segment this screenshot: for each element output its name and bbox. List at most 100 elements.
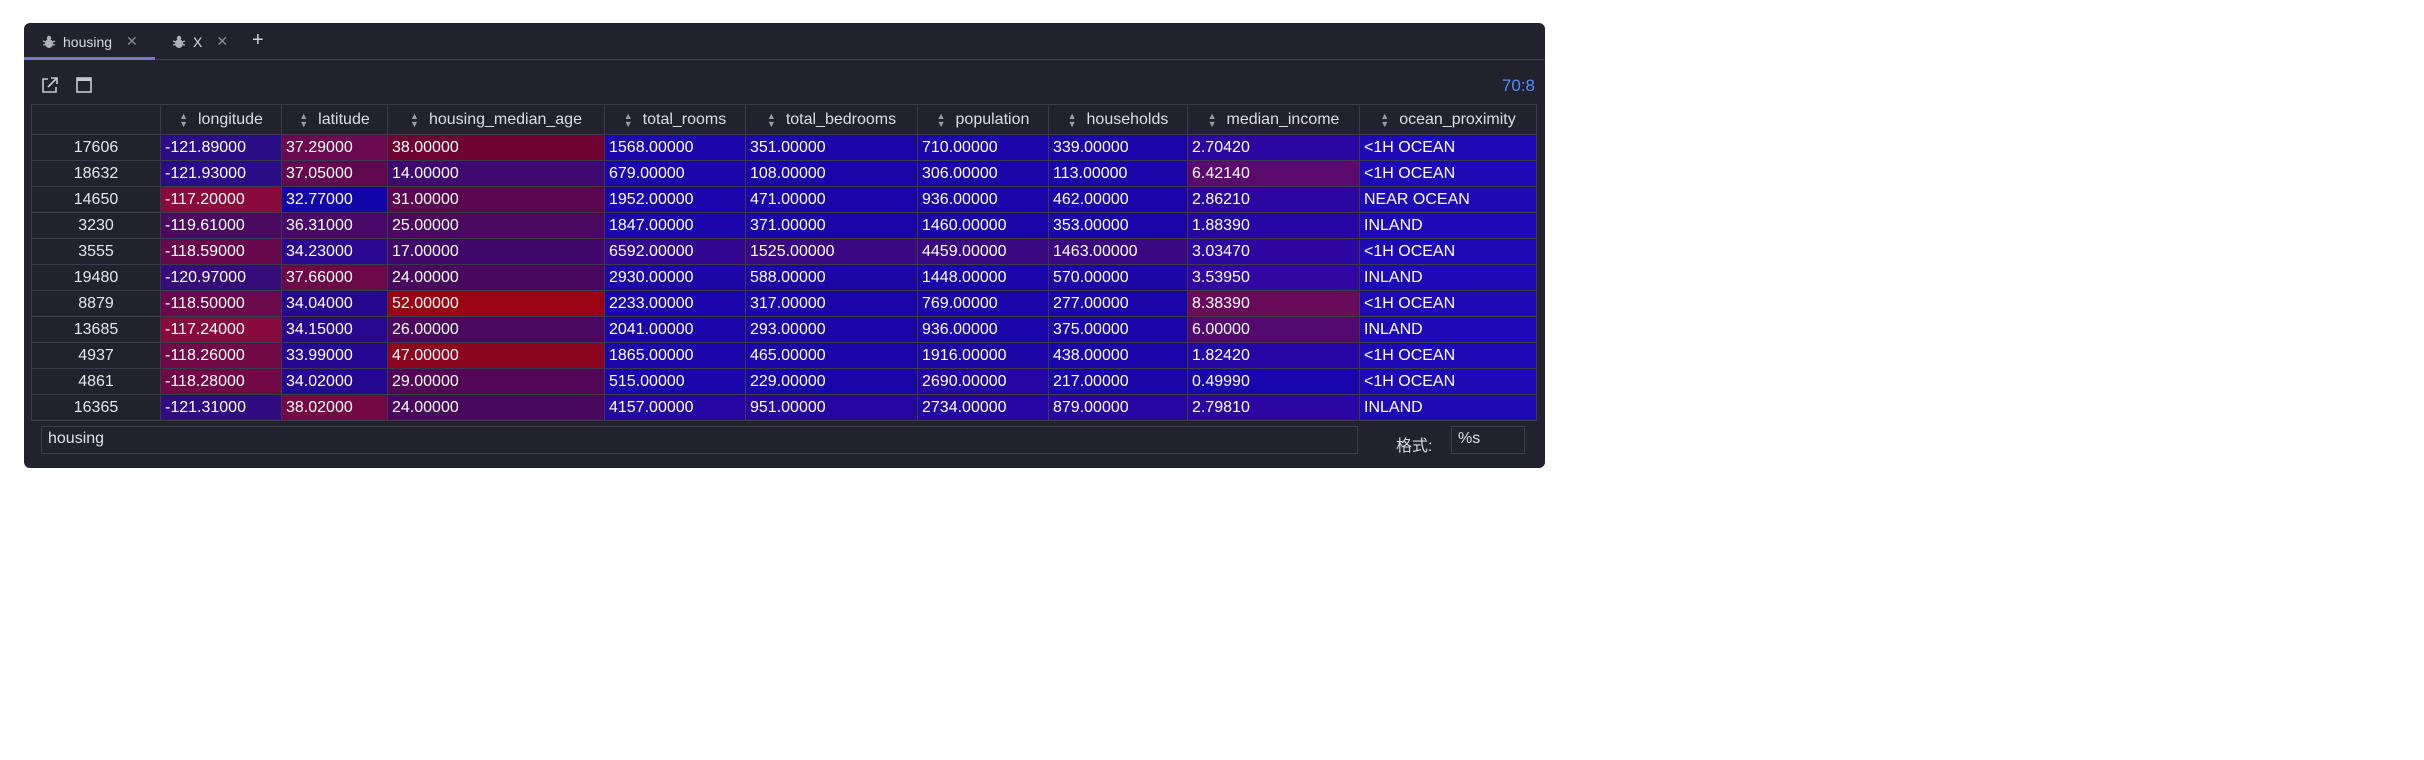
add-tab-icon[interactable]: + — [252, 30, 264, 50]
table-cell[interactable]: 6.42140 — [1187, 160, 1360, 187]
table-cell[interactable]: 936.00000 — [917, 186, 1049, 213]
table-cell[interactable]: 339.00000 — [1048, 134, 1188, 161]
table-cell[interactable]: 36.31000 — [281, 212, 388, 239]
column-header[interactable]: ▲ ▼ housing_median_age — [387, 104, 605, 135]
table-cell[interactable]: 3.53950 — [1187, 264, 1360, 291]
table-cell[interactable]: 33.99000 — [281, 342, 388, 369]
column-header[interactable]: ▲ ▼ longitude — [160, 104, 282, 135]
table-cell[interactable]: 0.49990 — [1187, 368, 1360, 395]
sort-icon[interactable]: ▲ ▼ — [767, 111, 776, 128]
table-cell[interactable]: <1H OCEAN — [1359, 368, 1537, 395]
table-cell[interactable]: 25.00000 — [387, 212, 605, 239]
table-cell[interactable]: -117.24000 — [160, 316, 282, 343]
table-cell[interactable]: 462.00000 — [1048, 186, 1188, 213]
table-cell[interactable]: -117.20000 — [160, 186, 282, 213]
table-cell[interactable]: 6592.00000 — [604, 238, 746, 265]
column-header[interactable]: ▲ ▼ households — [1048, 104, 1188, 135]
table-cell[interactable]: 351.00000 — [745, 134, 918, 161]
table-cell[interactable]: 17.00000 — [387, 238, 605, 265]
table-cell[interactable]: 679.00000 — [604, 160, 746, 187]
table-cell[interactable]: 14.00000 — [387, 160, 605, 187]
table-cell[interactable]: 951.00000 — [745, 394, 918, 421]
table-row[interactable]: 3555 -118.59000 34.23000 17.00000 6592.00000… — [31, 238, 1537, 265]
table-cell[interactable]: 113.00000 — [1048, 160, 1188, 187]
table-row[interactable]: 4937 -118.26000 33.99000 47.00000 1865.00000… — [31, 342, 1537, 369]
table-cell[interactable]: 8.38390 — [1187, 290, 1360, 317]
table-cell[interactable]: 293.00000 — [745, 316, 918, 343]
table-cell[interactable]: 1.88390 — [1187, 212, 1360, 239]
table-cell[interactable]: 24.00000 — [387, 394, 605, 421]
table-row[interactable]: 17606 -121.89000 37.29000 38.00000 1568.0000… — [31, 134, 1537, 161]
table-cell[interactable]: 879.00000 — [1048, 394, 1188, 421]
table-cell[interactable]: 1568.00000 — [604, 134, 746, 161]
table-cell[interactable]: 38.02000 — [281, 394, 388, 421]
table-cell[interactable]: 229.00000 — [745, 368, 918, 395]
table-row[interactable]: 4861 -118.28000 34.02000 29.00000 515.00000 2… — [31, 368, 1537, 395]
table-cell[interactable]: 34.02000 — [281, 368, 388, 395]
table-cell[interactable]: INLAND — [1359, 316, 1537, 343]
table-cell[interactable]: 2041.00000 — [604, 316, 746, 343]
table-row[interactable]: 16365 -121.31000 38.02000 24.00000 4157.0000… — [31, 394, 1537, 421]
table-cell[interactable]: 2.70420 — [1187, 134, 1360, 161]
column-header[interactable]: ▲ ▼ total_bedrooms — [745, 104, 918, 135]
sort-icon[interactable]: ▲ ▼ — [1380, 111, 1389, 128]
table-cell[interactable]: 1916.00000 — [917, 342, 1049, 369]
column-header[interactable]: ▲ ▼ median_income — [1187, 104, 1360, 135]
table-cell[interactable]: 317.00000 — [745, 290, 918, 317]
table-cell[interactable]: INLAND — [1359, 264, 1537, 291]
table-cell[interactable]: 4459.00000 — [917, 238, 1049, 265]
table-cell[interactable]: 6.00000 — [1187, 316, 1360, 343]
table-cell[interactable]: 108.00000 — [745, 160, 918, 187]
close-icon[interactable]: ✕ — [126, 33, 138, 50]
table-row[interactable]: 3230 -119.61000 36.31000 25.00000 1847.00000… — [31, 212, 1537, 239]
table-cell[interactable]: -118.59000 — [160, 238, 282, 265]
sort-icon[interactable]: ▲ ▼ — [1208, 111, 1217, 128]
table-cell[interactable]: 570.00000 — [1048, 264, 1188, 291]
table-cell[interactable]: -121.31000 — [160, 394, 282, 421]
table-cell[interactable]: -120.97000 — [160, 264, 282, 291]
table-cell[interactable]: 438.00000 — [1048, 342, 1188, 369]
table-row[interactable]: 19480 -120.97000 37.66000 24.00000 2930.0000… — [31, 264, 1537, 291]
table-cell[interactable]: 371.00000 — [745, 212, 918, 239]
table-cell[interactable]: 29.00000 — [387, 368, 605, 395]
table-cell[interactable]: 375.00000 — [1048, 316, 1188, 343]
table-cell[interactable]: 2.79810 — [1187, 394, 1360, 421]
table-cell[interactable]: -121.93000 — [160, 160, 282, 187]
table-cell[interactable]: <1H OCEAN — [1359, 290, 1537, 317]
sort-icon[interactable]: ▲ ▼ — [299, 111, 308, 128]
expression-input[interactable]: housing — [41, 426, 1358, 454]
window-icon[interactable] — [74, 75, 94, 95]
table-cell[interactable]: 710.00000 — [917, 134, 1049, 161]
table-cell[interactable]: -121.89000 — [160, 134, 282, 161]
table-cell[interactable]: -118.28000 — [160, 368, 282, 395]
column-header[interactable]: ▲ ▼ population — [917, 104, 1049, 135]
table-cell[interactable]: 769.00000 — [917, 290, 1049, 317]
table-row[interactable]: 13685 -117.24000 34.15000 26.00000 2041.0000… — [31, 316, 1537, 343]
table-cell[interactable]: -119.61000 — [160, 212, 282, 239]
sort-icon[interactable]: ▲ ▼ — [1068, 111, 1077, 128]
table-cell[interactable]: 1865.00000 — [604, 342, 746, 369]
table-cell[interactable]: 47.00000 — [387, 342, 605, 369]
table-cell[interactable]: 31.00000 — [387, 186, 605, 213]
table-cell[interactable]: 37.66000 — [281, 264, 388, 291]
table-cell[interactable]: -118.50000 — [160, 290, 282, 317]
table-cell[interactable]: <1H OCEAN — [1359, 134, 1537, 161]
format-input[interactable]: %s — [1451, 426, 1525, 454]
table-row[interactable]: 18632 -121.93000 37.05000 14.00000 679.00000… — [31, 160, 1537, 187]
table-cell[interactable]: 2930.00000 — [604, 264, 746, 291]
column-header[interactable]: ▲ ▼ latitude — [281, 104, 388, 135]
table-row[interactable]: 8879 -118.50000 34.04000 52.00000 2233.00000… — [31, 290, 1537, 317]
open-external-icon[interactable] — [40, 75, 60, 95]
table-cell[interactable]: <1H OCEAN — [1359, 342, 1537, 369]
table-cell[interactable]: 1525.00000 — [745, 238, 918, 265]
table-cell[interactable]: 1.82420 — [1187, 342, 1360, 369]
table-cell[interactable]: <1H OCEAN — [1359, 238, 1537, 265]
table-cell[interactable]: INLAND — [1359, 394, 1537, 421]
sort-icon[interactable]: ▲ ▼ — [179, 111, 188, 128]
tab-x[interactable]: X ✕ — [155, 23, 245, 60]
table-cell[interactable]: 471.00000 — [745, 186, 918, 213]
table-cell[interactable]: 1847.00000 — [604, 212, 746, 239]
table-cell[interactable]: 2233.00000 — [604, 290, 746, 317]
table-cell[interactable]: <1H OCEAN — [1359, 160, 1537, 187]
table-cell[interactable]: -118.26000 — [160, 342, 282, 369]
